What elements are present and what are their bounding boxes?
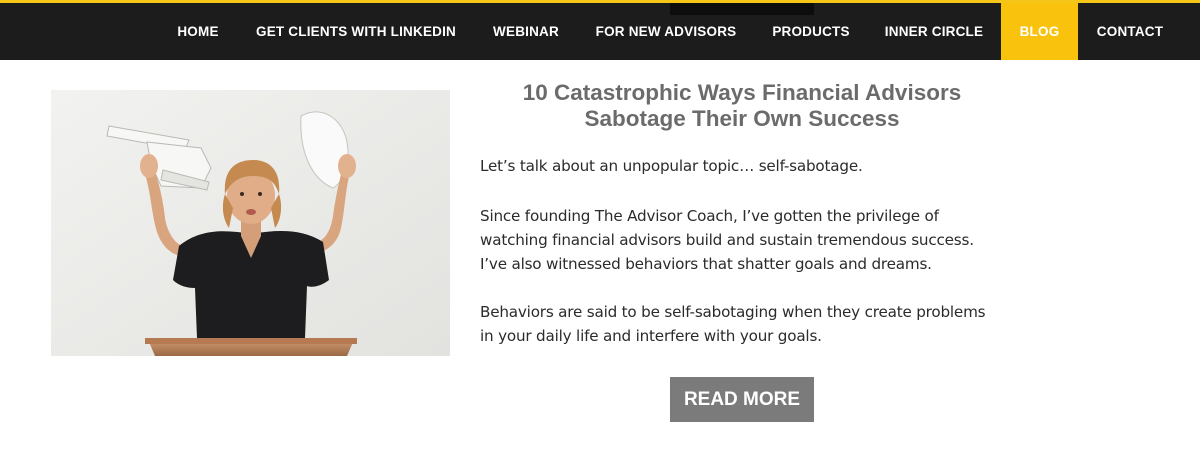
excerpt-p3-line-1: Behaviors are said to be self-sabotaging… bbox=[480, 303, 986, 321]
excerpt-paragraph-2: Since founding The Advisor Coach, I’ve g… bbox=[480, 204, 1020, 276]
nav-item-blog[interactable]: BLOG bbox=[1001, 3, 1078, 60]
nav-item-inner-circle[interactable]: INNER CIRCLE bbox=[876, 3, 992, 60]
excerpt-p1-text: Let’s talk about an unpopular topic… sel… bbox=[480, 157, 863, 175]
nav-item-get-clients-with-linkedin[interactable]: GET CLIENTS WITH LINKEDIN bbox=[246, 3, 466, 60]
post-title-line-2: Sabotage Their Own Success bbox=[584, 106, 900, 131]
excerpt-p3-line-2: in your daily life and interfere with yo… bbox=[480, 327, 822, 345]
nav-item-contact[interactable]: CONTACT bbox=[1084, 3, 1176, 60]
nav-item-products[interactable]: PRODUCTS bbox=[760, 3, 862, 60]
nav-menu: HOME GET CLIENTS WITH LINKEDIN WEBINAR F… bbox=[0, 3, 1200, 60]
excerpt-p2-line-1: Since founding The Advisor Coach, I’ve g… bbox=[480, 207, 939, 225]
post-featured-image[interactable] bbox=[51, 90, 450, 356]
main-navigation: HOME GET CLIENTS WITH LINKEDIN WEBINAR F… bbox=[0, 3, 1200, 60]
post-title-line-1: 10 Catastrophic Ways Financial Advisors bbox=[522, 80, 962, 105]
nav-item-for-new-advisors[interactable]: FOR NEW ADVISORS bbox=[586, 3, 746, 60]
excerpt-p2-line-3: I’ve also witnessed behaviors that shatt… bbox=[480, 255, 932, 273]
nav-item-home[interactable]: HOME bbox=[164, 3, 232, 60]
excerpt-paragraph-3: Behaviors are said to be self-sabotaging… bbox=[480, 300, 1020, 348]
excerpt-p2-line-2: watching financial advisors build and su… bbox=[480, 231, 974, 249]
read-more-button[interactable]: READ MORE bbox=[670, 377, 814, 422]
nav-item-webinar[interactable]: WEBINAR bbox=[480, 3, 572, 60]
woman-throwing-papers-icon bbox=[51, 90, 450, 356]
excerpt-paragraph-1: Let’s talk about an unpopular topic… sel… bbox=[480, 154, 1020, 178]
post-title[interactable]: 10 Catastrophic Ways Financial Advisors … bbox=[480, 80, 1004, 132]
